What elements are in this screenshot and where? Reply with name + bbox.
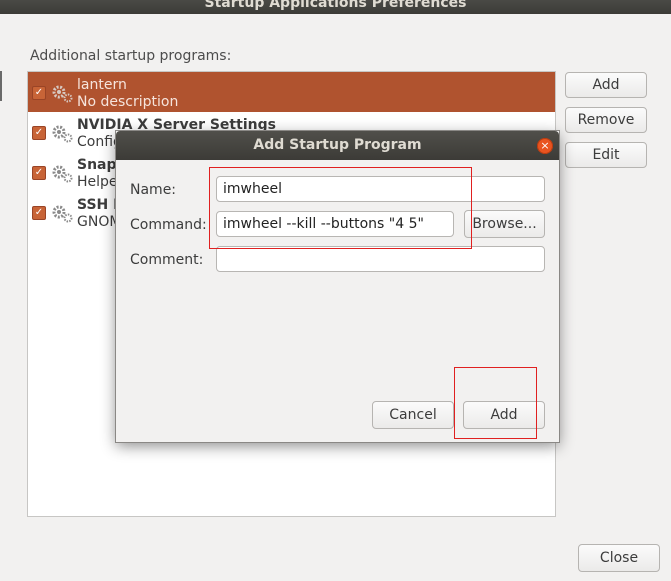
browse-button[interactable]: Browse... — [464, 210, 545, 238]
program-name: lantern — [77, 77, 127, 93]
close-icon[interactable]: × — [537, 138, 553, 154]
program-description: GNOM — [77, 214, 122, 230]
enabled-checkbox[interactable]: ✓ — [32, 206, 46, 220]
gear-icon — [52, 85, 73, 103]
window-title: Startup Applications Preferences — [204, 0, 467, 11]
command-label: Command: — [130, 217, 207, 233]
cancel-button[interactable]: Cancel — [372, 401, 454, 429]
add-button[interactable]: Add — [565, 72, 647, 98]
comment-label: Comment: — [130, 252, 204, 268]
enabled-checkbox[interactable]: ✓ — [32, 126, 46, 140]
program-name: Snap — [77, 157, 117, 173]
window-titlebar: Startup Applications Preferences — [0, 0, 671, 14]
close-button[interactable]: Close — [578, 544, 660, 572]
list-item[interactable]: ✓ lantern No description — [28, 72, 555, 112]
program-description: Helpe — [77, 174, 118, 190]
gear-icon — [52, 205, 73, 223]
name-label: Name: — [130, 182, 177, 198]
enabled-checkbox[interactable]: ✓ — [32, 166, 46, 180]
gear-icon — [52, 165, 73, 183]
dialog-title: Add Startup Program — [253, 137, 422, 153]
highlight-box-fields — [209, 167, 472, 249]
gear-icon — [52, 125, 73, 143]
remove-button[interactable]: Remove — [565, 107, 647, 133]
window-edge — [0, 71, 2, 101]
edit-button[interactable]: Edit — [565, 142, 647, 168]
dialog-titlebar: Add Startup Program × — [116, 131, 559, 160]
list-label: Additional startup programs: — [30, 48, 232, 64]
enabled-checkbox[interactable]: ✓ — [32, 86, 46, 100]
comment-field[interactable] — [216, 246, 545, 272]
program-description: No description — [77, 94, 179, 110]
highlight-box-add — [454, 367, 537, 439]
